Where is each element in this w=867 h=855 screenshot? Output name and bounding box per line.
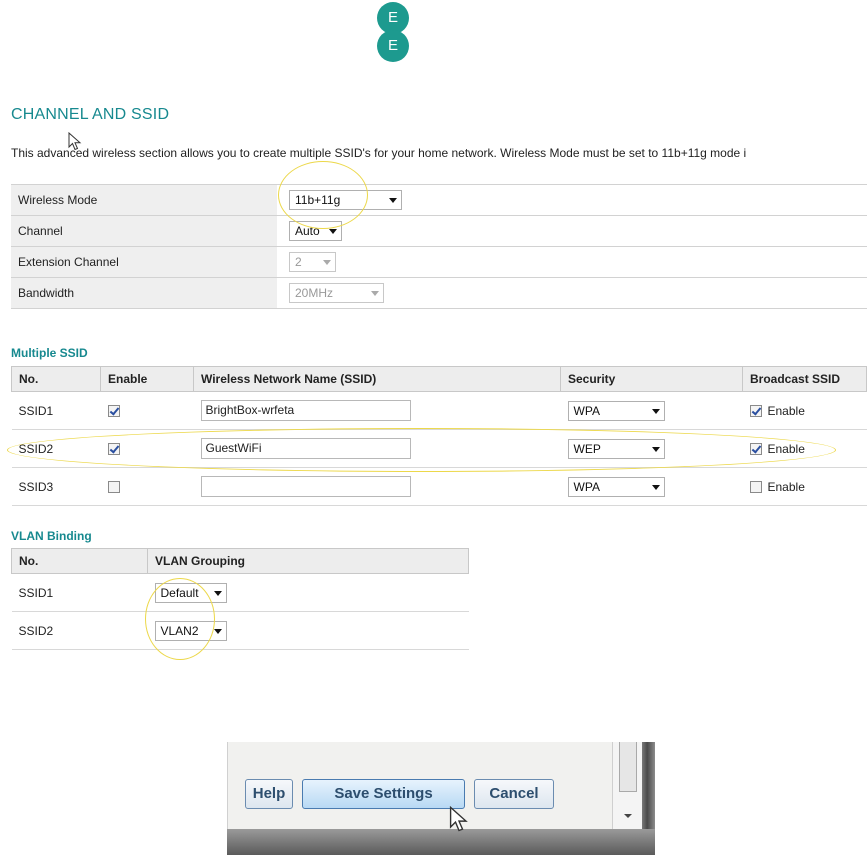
col-no: No. xyxy=(11,548,148,574)
chevron-down-icon xyxy=(329,229,337,234)
table-row: SSID2 GuestWiFi WEP Enable xyxy=(11,429,867,468)
extension-channel-row: Extension Channel 2 xyxy=(11,246,867,278)
enable-checkbox[interactable] xyxy=(107,405,120,418)
vlan-header-row: No. VLAN Grouping xyxy=(11,548,469,574)
col-security: Security xyxy=(560,366,743,392)
bandwidth-select: 20MHz xyxy=(289,283,384,303)
logo-bottom-letter: E xyxy=(377,30,409,62)
ee-logo: E E xyxy=(375,0,411,62)
window-frame-bottom xyxy=(227,829,655,855)
chevron-down-icon xyxy=(651,408,660,414)
col-ssid-name: Wireless Network Name (SSID) xyxy=(193,366,561,392)
chevron-down-icon xyxy=(651,446,660,452)
enable-checkbox[interactable] xyxy=(107,481,120,494)
wireless-settings-table: Wireless Mode 11b+11g Channel Auto Exten… xyxy=(11,184,867,309)
chevron-down-icon xyxy=(651,484,660,490)
table-row: SSID2 VLAN2 xyxy=(11,611,469,650)
chevron-down-icon xyxy=(323,260,331,265)
save-settings-button[interactable]: Save Settings xyxy=(302,779,465,809)
wireless-mode-label: Wireless Mode xyxy=(11,184,277,216)
col-vlan-grouping: VLAN Grouping xyxy=(147,548,469,574)
vlan-binding-table: No. VLAN Grouping SSID1 Default SSID2 VL… xyxy=(11,548,469,650)
ssid-name-input[interactable]: BrightBox-wrfeta xyxy=(200,400,411,421)
chevron-down-icon xyxy=(371,291,379,296)
help-button[interactable]: Help xyxy=(245,779,293,809)
chevron-down-icon xyxy=(389,198,397,203)
intro-text: This advanced wireless section allows yo… xyxy=(11,146,747,160)
mouse-pointer-icon xyxy=(68,132,82,151)
broadcast-label: Enable xyxy=(767,479,805,494)
channel-label: Channel xyxy=(11,215,277,247)
security-select[interactable]: WPA xyxy=(567,400,665,421)
mouse-pointer-icon xyxy=(449,806,468,832)
broadcast-checkbox[interactable] xyxy=(749,480,762,493)
scroll-thumb[interactable] xyxy=(619,742,637,792)
col-broadcast-ssid: Broadcast SSID xyxy=(742,366,867,392)
col-no: No. xyxy=(11,366,101,392)
multiple-ssid-header-row: No. Enable Wireless Network Name (SSID) … xyxy=(11,366,867,392)
channel-row: Channel Auto xyxy=(11,215,867,247)
extension-channel-label: Extension Channel xyxy=(11,246,277,278)
col-enable: Enable xyxy=(100,366,194,392)
chevron-down-icon xyxy=(213,628,222,634)
broadcast-checkbox[interactable] xyxy=(749,404,762,417)
bandwidth-row: Bandwidth 20MHz xyxy=(11,277,867,309)
extension-channel-select: 2 xyxy=(289,252,336,272)
ssid-number: SSID1 xyxy=(11,573,148,612)
table-row: SSID1 Default xyxy=(11,573,469,612)
ssid-number: SSID3 xyxy=(11,467,101,506)
security-select[interactable]: WPA xyxy=(567,476,665,497)
broadcast-label: Enable xyxy=(767,403,805,418)
ssid-name-input[interactable] xyxy=(200,476,411,497)
table-row: SSID3 WPA Enable xyxy=(11,467,867,506)
security-select[interactable]: WEP xyxy=(567,438,665,459)
wireless-mode-select[interactable]: 11b+11g xyxy=(289,190,402,210)
bandwidth-label: Bandwidth xyxy=(11,277,277,309)
vlan-binding-heading: VLAN Binding xyxy=(11,529,92,543)
page-title: CHANNEL AND SSID xyxy=(11,106,170,123)
enable-checkbox[interactable] xyxy=(107,443,120,456)
ssid-number: SSID1 xyxy=(11,391,101,430)
cancel-button[interactable]: Cancel xyxy=(474,779,554,809)
ssid-number: SSID2 xyxy=(11,429,101,468)
wireless-mode-row: Wireless Mode 11b+11g xyxy=(11,184,867,216)
scrollbar[interactable] xyxy=(612,742,642,829)
ssid-number: SSID2 xyxy=(11,611,148,650)
channel-select[interactable]: Auto xyxy=(289,221,342,241)
broadcast-checkbox[interactable] xyxy=(749,442,762,455)
table-row: SSID1 BrightBox-wrfeta WPA Enable xyxy=(11,391,867,430)
ssid-name-input[interactable]: GuestWiFi xyxy=(200,438,411,459)
broadcast-label: Enable xyxy=(767,441,805,456)
vlan-grouping-select[interactable]: VLAN2 xyxy=(154,620,227,641)
chevron-down-icon xyxy=(213,590,222,596)
multiple-ssid-table: No. Enable Wireless Network Name (SSID) … xyxy=(11,366,867,506)
multiple-ssid-heading: Multiple SSID xyxy=(11,346,88,360)
vlan-grouping-select[interactable]: Default xyxy=(154,582,227,603)
scroll-down-icon[interactable] xyxy=(624,814,632,818)
